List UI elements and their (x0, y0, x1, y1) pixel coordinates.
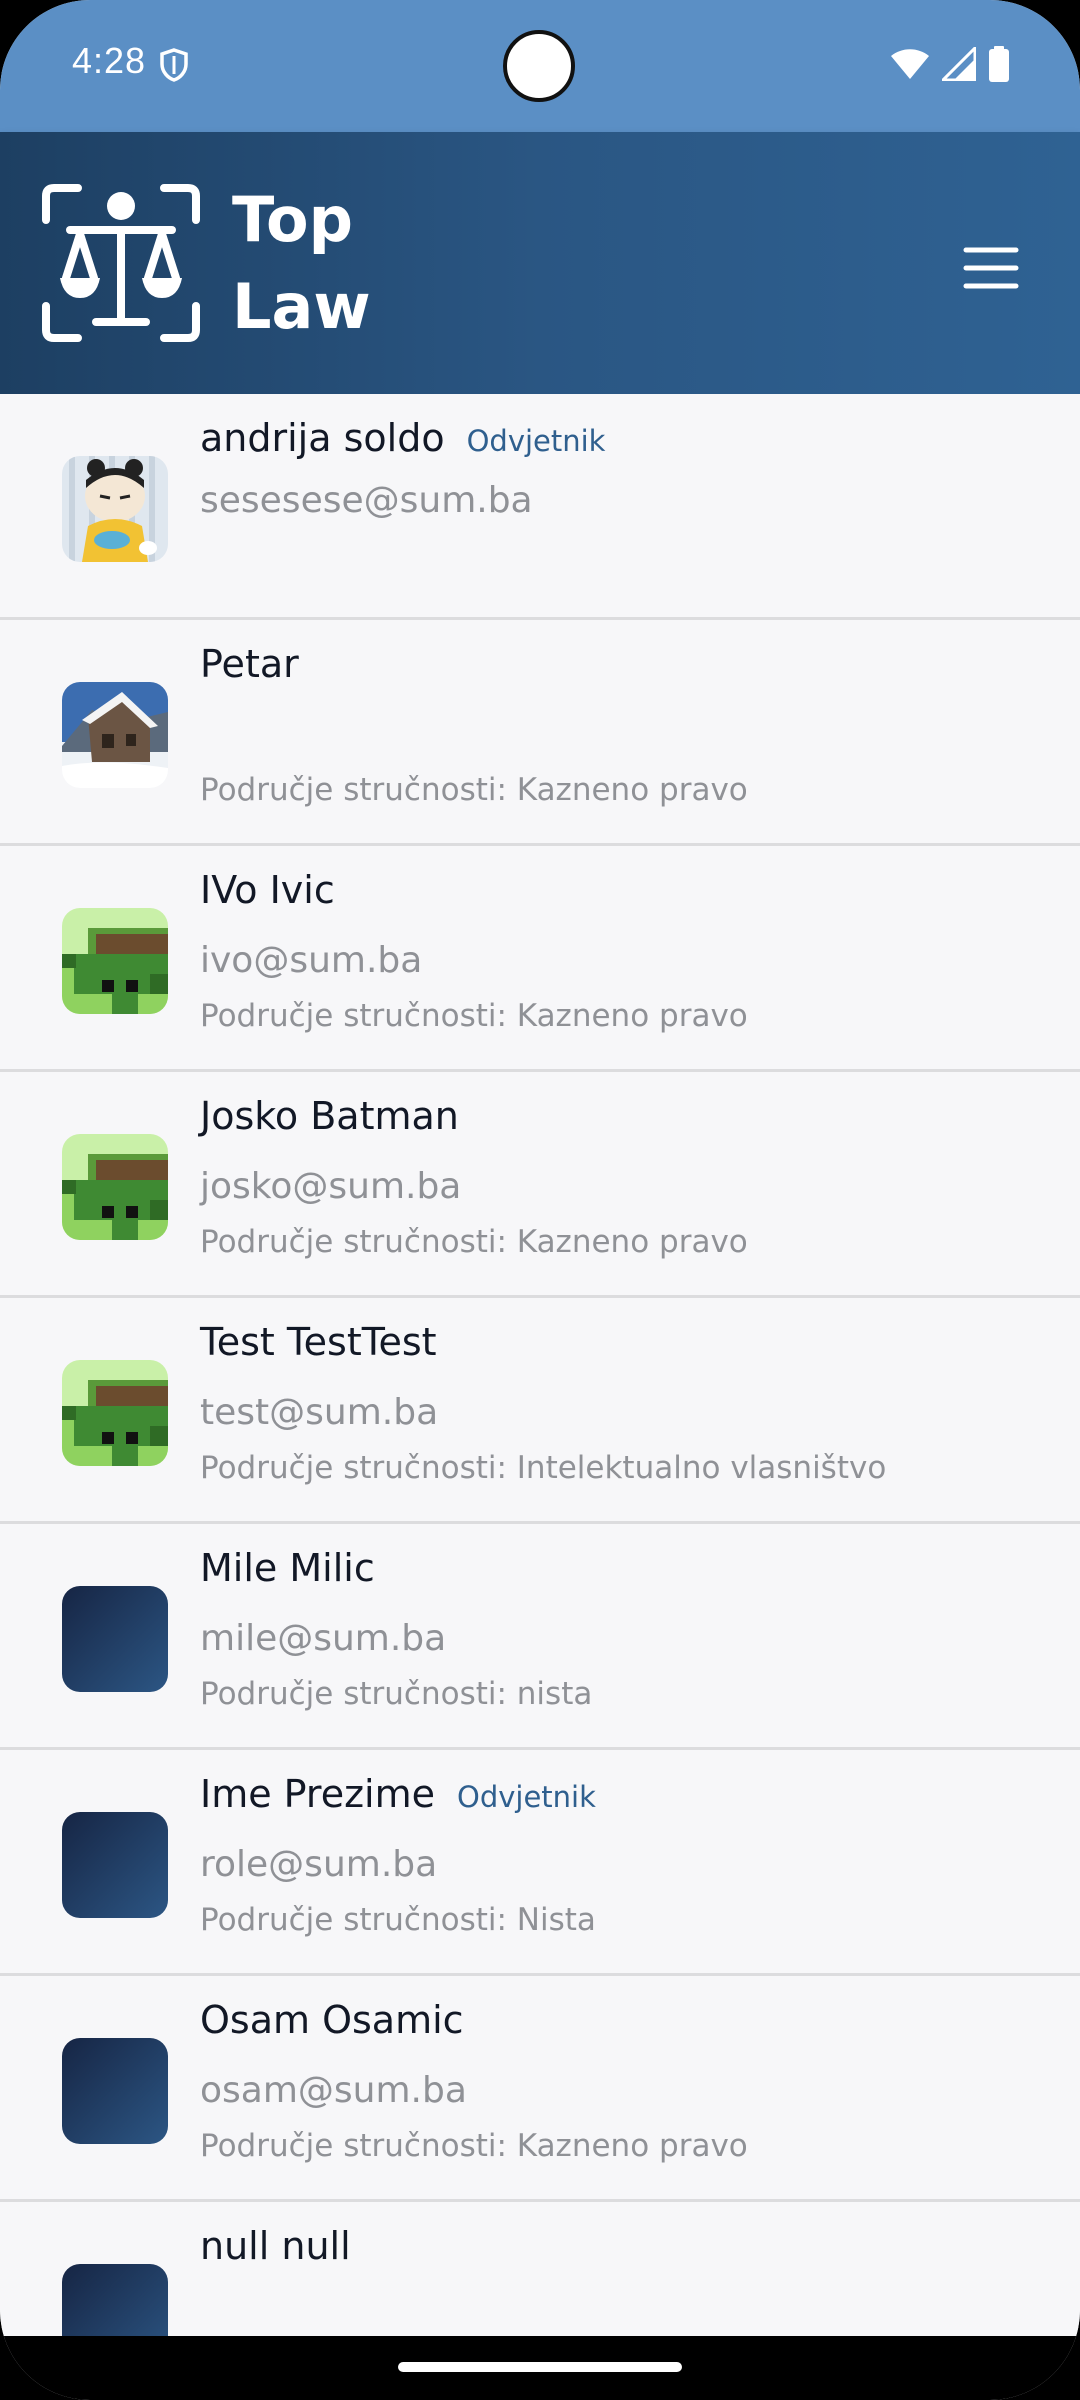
name-row: andrija soldo Odvjetnik (200, 416, 605, 460)
user-email: role@sum.ba (200, 1844, 438, 1885)
user-expertise: Područje stručnosti: nista (200, 1676, 593, 1712)
gradient-avatar (62, 1586, 168, 1692)
name-row: IVo Ivic (200, 868, 335, 912)
user-name: IVo Ivic (200, 868, 335, 912)
avatar (62, 908, 168, 1014)
name-row: Josko Batman (200, 1094, 459, 1138)
user-expertise: Područje stručnosti: Intelektualno vlasn… (200, 1450, 887, 1486)
list-item[interactable]: Test TestTest test@sum.ba Područje struč… (0, 1298, 1080, 1524)
name-row: Ime Prezime Odvjetnik (200, 1772, 596, 1816)
gradient-avatar (62, 1812, 168, 1918)
shield-icon (160, 48, 188, 82)
status-icons (890, 46, 1010, 82)
gradient-avatar (62, 2038, 168, 2144)
cartoon-avatar-icon (62, 456, 168, 562)
home-indicator[interactable] (398, 2362, 682, 2372)
user-name: Ime Prezime (200, 1772, 435, 1816)
role-badge: Odvjetnik (466, 424, 606, 458)
phone-screen: 4:28 Top Law andrija soldo Odvjetnik ses… (0, 0, 1080, 2400)
pixel-art-avatar-icon (62, 1360, 168, 1466)
pixel-art-avatar-icon (62, 908, 168, 1014)
user-name: Mile Milic (200, 1546, 375, 1590)
user-expertise: Područje stručnosti: Kazneno pravo (200, 1224, 748, 1260)
wifi-icon (891, 49, 929, 79)
name-row: Osam Osamic (200, 1998, 464, 2042)
user-name: null null (200, 2224, 351, 2268)
gradient-avatar (62, 2264, 168, 2336)
cabin-photo-avatar-icon (62, 682, 168, 788)
user-name: Osam Osamic (200, 1998, 464, 2042)
cellular-signal-icon (942, 47, 976, 81)
name-row: Petar (200, 642, 299, 686)
list-item[interactable]: andrija soldo Odvjetnik sesesese@sum.ba (0, 394, 1080, 620)
user-email: josko@sum.ba (200, 1166, 462, 1207)
status-time: 4:28 (72, 40, 147, 81)
name-row: Mile Milic (200, 1546, 375, 1590)
app-title: Top Law (232, 183, 371, 343)
user-email: sesesese@sum.ba (200, 480, 533, 521)
user-email: ivo@sum.ba (200, 940, 423, 981)
list-item[interactable]: IVo Ivic ivo@sum.ba Područje stručnosti:… (0, 846, 1080, 1072)
user-name: Test TestTest (200, 1320, 437, 1364)
avatar (62, 1360, 168, 1466)
list-item[interactable]: Mile Milic mile@sum.ba Područje stručnos… (0, 1524, 1080, 1750)
status-bar: 4:28 (0, 0, 1080, 132)
user-email: osam@sum.ba (200, 2070, 467, 2111)
user-expertise: Područje stručnosti: Kazneno pravo (200, 772, 748, 808)
app-header: Top Law (0, 132, 1080, 394)
user-name: Josko Batman (200, 1094, 459, 1138)
avatar (62, 682, 168, 788)
list-item[interactable]: Petar Područje stručnosti: Kazneno pravo (0, 620, 1080, 846)
user-expertise: Područje stručnosti: Kazneno pravo (200, 2128, 748, 2164)
list-item[interactable]: Josko Batman josko@sum.ba Područje struč… (0, 1072, 1080, 1298)
avatar (62, 456, 168, 562)
user-email: test@sum.ba (200, 1392, 439, 1433)
user-expertise: Područje stručnosti: Kazneno pravo (200, 998, 748, 1034)
avatar (62, 1134, 168, 1240)
user-name: Petar (200, 642, 299, 686)
battery-icon (989, 46, 1009, 82)
camera-cutout (503, 30, 575, 102)
pixel-art-avatar-icon (62, 1134, 168, 1240)
user-list: andrija soldo Odvjetnik sesesese@sum.ba (0, 394, 1080, 2336)
user-name: andrija soldo (200, 416, 445, 460)
hamburger-menu-icon[interactable] (950, 232, 1032, 304)
role-badge: Odvjetnik (457, 1780, 596, 1814)
list-item[interactable]: Osam Osamic osam@sum.ba Područje stručno… (0, 1976, 1080, 2202)
name-row: null null (200, 2224, 351, 2268)
name-row: Test TestTest (200, 1320, 437, 1364)
user-expertise: Područje stručnosti: Nista (200, 1902, 596, 1938)
user-email: mile@sum.ba (200, 1618, 447, 1659)
list-item[interactable]: null null (0, 2202, 1080, 2336)
list-item[interactable]: Ime Prezime Odvjetnik role@sum.ba Područ… (0, 1750, 1080, 1976)
scales-of-justice-icon (42, 184, 200, 342)
